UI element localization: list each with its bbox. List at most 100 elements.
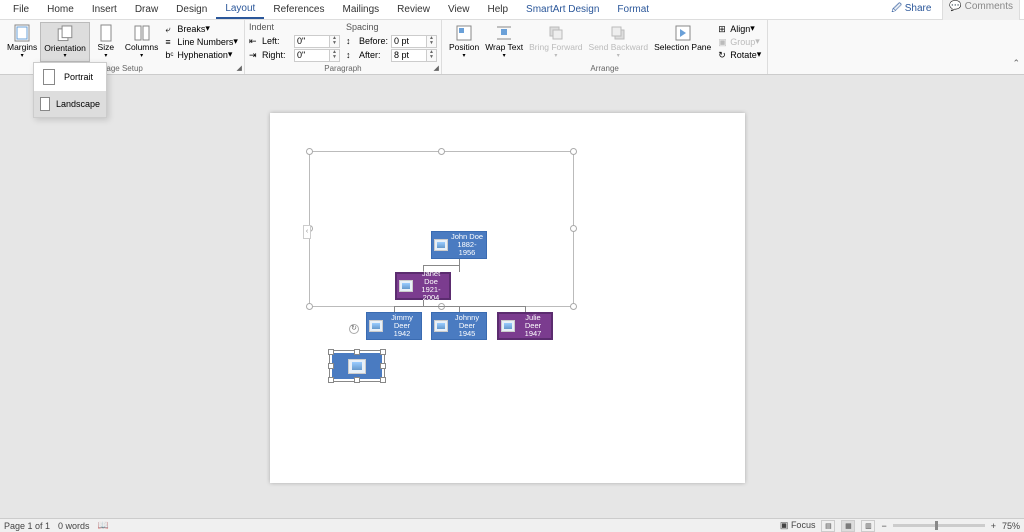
tab-home[interactable]: Home [38,1,83,18]
rotate-button[interactable]: ↻Rotate ▾ [716,48,763,61]
indent-right-label: Right: [262,50,294,60]
tab-smartart-design[interactable]: SmartArt Design [517,1,608,18]
tab-mailings[interactable]: Mailings [333,1,388,18]
tab-layout[interactable]: Layout [216,0,264,19]
resize-handle[interactable] [570,148,577,155]
org-node[interactable]: Janet Doe1921-2004 [395,272,451,300]
spinner-buttons[interactable]: ▲▼ [427,49,437,62]
bring-forward-button[interactable]: Bring Forward▾ [526,22,585,62]
line-numbers-button[interactable]: ≡Line Numbers ▾ [163,35,240,48]
spinner-buttons[interactable]: ▲▼ [330,35,340,48]
resize-handle[interactable] [570,225,577,232]
zoom-level[interactable]: 75% [1002,521,1020,531]
group-button[interactable]: ▣Group ▾ [716,35,763,48]
node-years: 1942 [394,329,411,338]
tab-references[interactable]: References [264,1,333,18]
spellcheck-icon[interactable]: 📖 [98,520,109,531]
org-node[interactable]: John Doe1882-1956 [431,231,487,259]
page-setup-launcher-icon[interactable]: ◢ [237,64,242,72]
align-button[interactable]: ⊞Align ▾ [716,22,763,35]
orientation-portrait-item[interactable]: Portrait [34,63,106,91]
group-paragraph: Indent ⇤ Left: ▲▼ ⇥ Right: ▲▼ Spacing ↕ … [245,20,442,74]
resize-handle[interactable] [328,377,334,383]
tab-file[interactable]: File [4,1,38,18]
paragraph-launcher-icon[interactable]: ◢ [434,64,439,72]
margins-button[interactable]: Margins ▾ [4,22,40,62]
send-backward-button[interactable]: Send Backward▾ [586,22,652,62]
spinner-buttons[interactable]: ▲▼ [330,49,340,62]
document-canvas[interactable]: ‹ John Doe1882-1956 Janet Doe1921-2004 J… [0,75,1024,518]
indent-left-input[interactable] [294,35,330,48]
spinner-buttons[interactable]: ▲▼ [427,35,437,48]
tab-draw[interactable]: Draw [126,1,167,18]
tab-insert[interactable]: Insert [83,1,126,18]
print-layout-button[interactable]: ▦ [841,520,855,532]
zoom-slider[interactable] [893,524,985,527]
page-indicator[interactable]: Page 1 of 1 [4,521,50,531]
resize-handle[interactable] [570,303,577,310]
share-button[interactable]: 🖉 Share [884,0,938,21]
wrap-text-button[interactable]: Wrap Text▾ [482,22,526,62]
spacing-after-spinner[interactable]: ↕ After: ▲▼ [346,48,437,62]
hyphenation-button[interactable]: bᶜHyphenation ▾ [163,48,240,61]
orientation-button[interactable]: Orientation ▾ [40,22,90,62]
tab-help[interactable]: Help [478,1,517,18]
spacing-before-input[interactable] [391,35,427,48]
breaks-button[interactable]: ⤶Breaks ▾ [163,22,240,35]
rotate-icon: ↻ [718,50,728,60]
resize-handle[interactable] [354,349,360,355]
resize-handle[interactable] [438,148,445,155]
zoom-in-button[interactable]: + [991,521,996,531]
orientation-dropdown: Portrait Landscape [33,62,107,118]
bring-forward-icon [547,24,565,42]
org-node[interactable]: Julie Deer1947 [497,312,553,340]
wrap-text-icon [495,24,513,42]
rotate-label: Rotate [730,50,757,60]
resize-handle[interactable] [354,377,360,383]
spacing-before-spinner[interactable]: ↕ Before: ▲▼ [346,34,437,48]
read-mode-button[interactable]: ▤ [821,520,835,532]
tab-design[interactable]: Design [167,1,216,18]
hyphenation-icon: bᶜ [165,50,175,60]
comments-button[interactable]: 💬 Comments [942,0,1020,21]
tab-format[interactable]: Format [608,1,658,18]
align-icon: ⊞ [718,24,728,34]
org-node[interactable]: Johnny Deer1945 [431,312,487,340]
focus-mode-button[interactable]: ▣ Focus [780,520,816,531]
node-name: Jimmy Deer [391,313,413,330]
tab-review[interactable]: Review [388,1,439,18]
indent-right-input[interactable] [294,49,330,62]
zoom-thumb[interactable] [935,521,938,530]
indent-left-spinner[interactable]: ⇤ Left: ▲▼ [249,34,340,48]
resize-handle[interactable] [328,349,334,355]
tab-view[interactable]: View [439,1,479,18]
columns-button[interactable]: Columns ▾ [122,22,162,62]
resize-handle[interactable] [328,363,334,369]
position-button[interactable]: Position▾ [446,22,482,62]
resize-handle[interactable] [306,148,313,155]
zoom-out-button[interactable]: − [881,521,886,531]
margins-label: Margins [7,43,37,52]
size-button[interactable]: Size ▾ [90,22,122,62]
spacing-after-input[interactable] [391,49,427,62]
org-node-selected[interactable] [330,351,384,381]
org-node[interactable]: Jimmy Deer1942 [366,312,422,340]
text-pane-toggle[interactable]: ‹ [303,225,311,239]
orientation-label: Orientation [44,44,86,53]
word-count[interactable]: 0 words [58,521,90,531]
selection-pane-button[interactable]: Selection Pane [651,22,714,62]
resize-handle[interactable] [380,349,386,355]
web-layout-button[interactable]: ▥ [861,520,875,532]
rotate-handle[interactable] [349,324,359,334]
picture-icon [434,239,448,251]
orientation-landscape-item[interactable]: Landscape [34,91,106,117]
chevron-down-icon: ▾ [104,52,107,59]
send-backward-label: Send Backward [589,43,649,52]
columns-icon [133,24,151,42]
node-years: 1947 [525,329,542,338]
collapse-ribbon-icon[interactable]: ⌃ [1012,58,1020,69]
resize-handle[interactable] [306,303,313,310]
resize-handle[interactable] [380,363,386,369]
indent-right-spinner[interactable]: ⇥ Right: ▲▼ [249,48,340,62]
resize-handle[interactable] [380,377,386,383]
